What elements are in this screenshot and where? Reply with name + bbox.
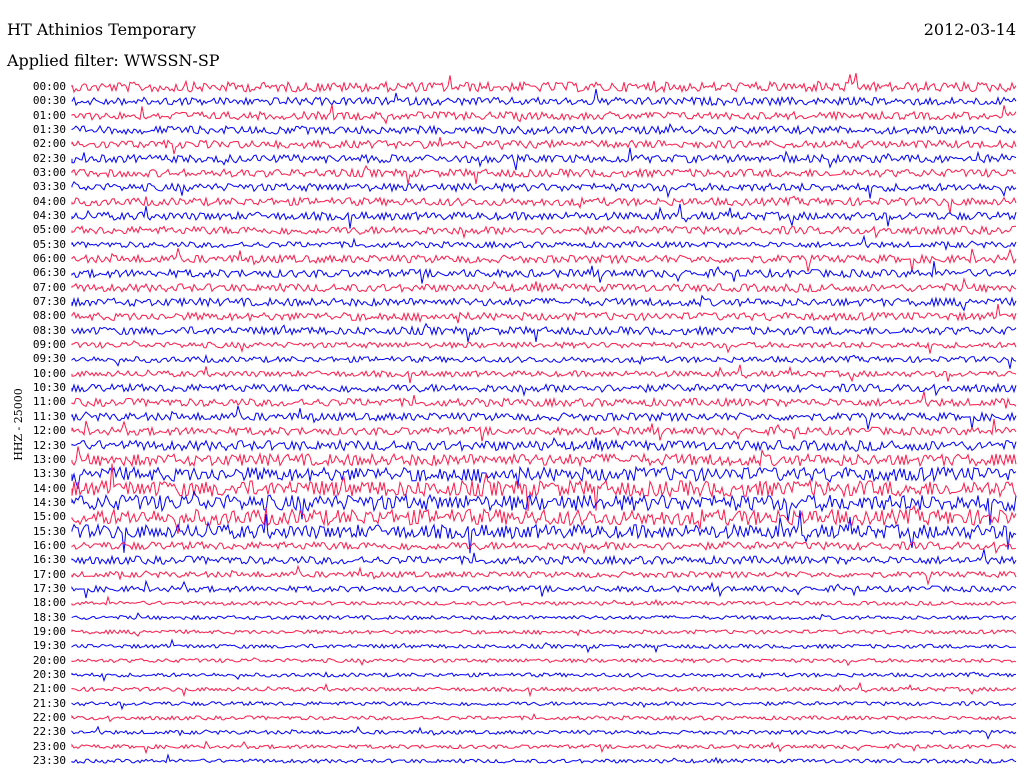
trace-row <box>71 364 1017 384</box>
trace-row <box>71 391 1017 409</box>
helicorder-plot <box>71 72 1017 764</box>
trace-row <box>71 234 1017 251</box>
trace-row <box>71 72 1017 94</box>
trace-row <box>71 725 1017 740</box>
trace-row <box>71 405 1017 430</box>
trace-row <box>71 657 1017 667</box>
trace-row <box>71 638 1017 654</box>
trace-row <box>71 224 1016 240</box>
trace-row <box>71 564 1017 586</box>
trace-row <box>71 436 1017 453</box>
trace-row <box>71 681 1017 698</box>
trace-row <box>71 700 1017 711</box>
trace-row <box>71 418 1017 442</box>
trace-row <box>71 549 1017 566</box>
trace-row <box>71 122 1017 136</box>
trace-row <box>71 203 1017 229</box>
trace-row <box>71 595 1017 607</box>
trace-row <box>71 612 1017 621</box>
trace-row <box>71 195 1017 214</box>
trace-row <box>71 579 1017 599</box>
trace-row <box>71 104 1017 125</box>
trace-row <box>71 382 1017 397</box>
trace-row <box>71 322 1017 343</box>
trace-row <box>71 753 1017 764</box>
trace-row <box>71 671 1017 683</box>
trace-row <box>71 294 1017 312</box>
trace-row <box>71 740 1017 755</box>
trace-row <box>71 136 1017 155</box>
trace-row <box>71 303 1017 324</box>
trace-row <box>71 88 1017 107</box>
trace-row <box>71 147 1017 171</box>
trace-row <box>71 446 1017 468</box>
trace-row <box>71 164 1017 185</box>
trace-row <box>71 353 1017 369</box>
trace-row <box>71 277 1017 294</box>
trace-row <box>71 261 1017 284</box>
trace-row <box>71 713 1017 723</box>
trace-row <box>71 340 1017 354</box>
trace-row <box>71 540 1017 555</box>
trace-row <box>71 248 1017 272</box>
trace-row <box>71 628 1017 637</box>
trace-row <box>71 180 1017 199</box>
